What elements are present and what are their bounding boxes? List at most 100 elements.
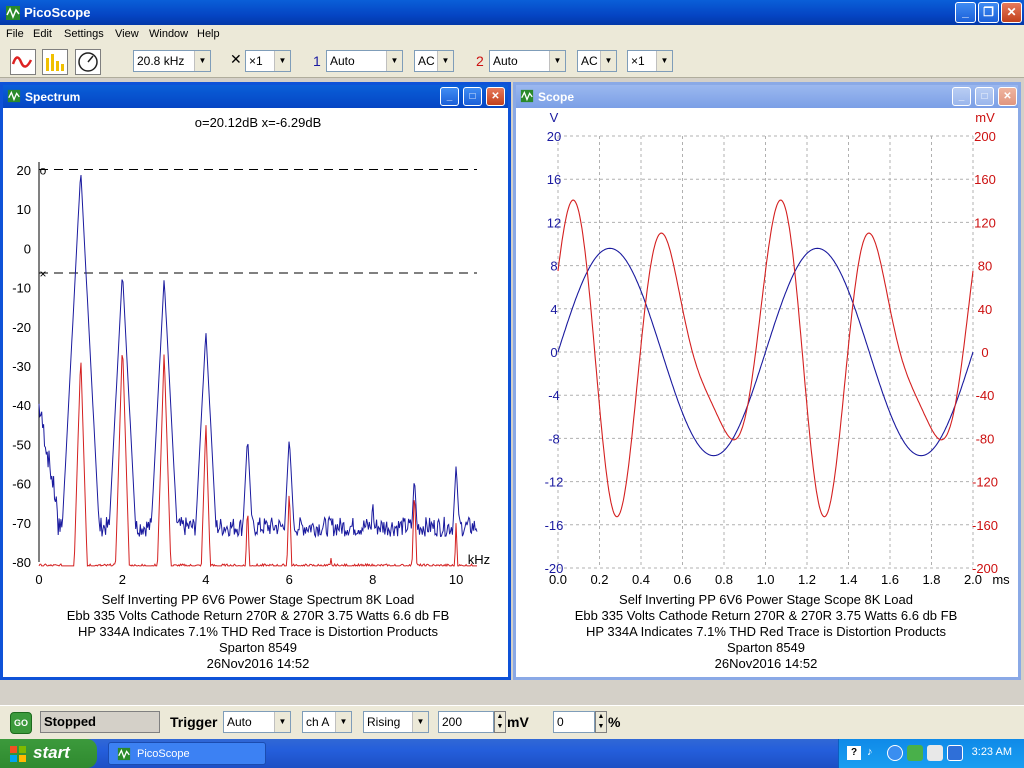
- spectrum-caption-line-2: Ebb 335 Volts Cathode Return 270R & 270R…: [67, 608, 450, 623]
- spectrum-close-button[interactable]: ✕: [486, 87, 505, 106]
- spectrum-y-tick-6: -40: [12, 398, 31, 413]
- shield-icon[interactable]: [947, 745, 963, 761]
- scope-y-right-tick-9: -160: [972, 518, 998, 533]
- trigger-mode-select[interactable]: Auto ▼: [223, 711, 291, 733]
- help-icon[interactable]: ?: [847, 746, 861, 760]
- pretrigger-spinner[interactable]: ▲ ▼: [595, 711, 607, 733]
- spectrum-y-tick-10: -80: [12, 555, 31, 570]
- run-status: Stopped: [40, 711, 160, 733]
- chevron-down-icon: ▼: [274, 51, 290, 71]
- trigger-level-input[interactable]: 200: [438, 711, 494, 733]
- scope-caption-line-3: HP 334A Indicates 7.1% THD Red Trace is …: [586, 624, 947, 639]
- scope-view-button[interactable]: [10, 49, 36, 75]
- network-icon[interactable]: [907, 745, 923, 761]
- chevron-down-icon: ▼: [274, 712, 290, 732]
- taskbar-item-picoscope[interactable]: PicoScope: [108, 742, 266, 765]
- timebase-select[interactable]: 20.8 kHz ▼: [133, 50, 211, 72]
- x-mult-select[interactable]: ×1 ▼: [245, 50, 291, 72]
- scope-x-tick-8: 1.6: [881, 572, 899, 587]
- picoscope-logo-icon: [7, 89, 21, 103]
- system-tray: ? ♪ 3:23 AM: [838, 739, 1024, 768]
- scope-x-tick-9: 1.8: [922, 572, 940, 587]
- scope-y-left-tick-6: -4: [548, 388, 560, 403]
- scope-chart[interactable]: V mV 201612840-4-8-12-16-20 200160120804…: [516, 108, 1018, 677]
- menu-edit[interactable]: Edit: [33, 28, 52, 40]
- spectrum-y-tick-0: 20: [17, 163, 31, 178]
- spectrum-caption-line-1: Self Inverting PP 6V6 Power Stage Spectr…: [102, 592, 415, 607]
- scope-x-tick-3: 0.6: [673, 572, 691, 587]
- spectrum-y-tick-7: -50: [12, 437, 31, 452]
- back-icon[interactable]: [887, 745, 903, 761]
- close-button[interactable]: ✕: [1001, 2, 1022, 23]
- scope-y-left-tick-0: 20: [547, 129, 561, 144]
- menu-settings[interactable]: Settings: [64, 28, 104, 40]
- app-title: PicoScope: [24, 5, 91, 20]
- ch1-range-select[interactable]: Auto ▼: [326, 50, 403, 72]
- spectrum-y-tick-2: 0: [24, 241, 31, 256]
- spectrum-y-tick-9: -70: [12, 516, 31, 531]
- x-mult-icon: ✕: [230, 51, 242, 67]
- toolbar: 20.8 kHz ▼ ✕ ×1 ▼ 1 Auto ▼ AC ▼ 2 Auto ▼ AC ▼ …: [0, 45, 1024, 78]
- spectrum-view-button[interactable]: [42, 49, 68, 75]
- scope-x-tick-1: 0.2: [590, 572, 608, 587]
- meter-icon: [78, 52, 98, 72]
- spectrum-x-tick-4: 8: [369, 572, 376, 587]
- spectrum-cursor-marker-1[interactable]: ×: [39, 267, 46, 281]
- go-button[interactable]: GO: [10, 712, 32, 734]
- spectrum-series-1: [38, 354, 477, 568]
- spectrum-x-tick-1: 2: [119, 572, 126, 587]
- level-unit: mV: [507, 714, 529, 730]
- trigger-level-spinner[interactable]: ▲ ▼: [494, 711, 506, 733]
- scope-y-right-tick-0: 200: [974, 129, 996, 144]
- scope-maximize-button[interactable]: □: [975, 87, 994, 106]
- scope-x-tick-7: 1.4: [839, 572, 857, 587]
- restore-button[interactable]: ❐: [978, 2, 999, 23]
- clock: 3:23 AM: [971, 746, 1012, 758]
- minimize-button[interactable]: _: [955, 2, 976, 23]
- spectrum-window-title: Spectrum: [25, 90, 81, 104]
- ch2-range-select[interactable]: Auto ▼: [489, 50, 566, 72]
- ch2-mult-select[interactable]: ×1 ▼: [627, 50, 673, 72]
- scope-window-titlebar[interactable]: Scope _ □ ✕: [516, 85, 1018, 108]
- settings-tray-icon[interactable]: [927, 745, 943, 761]
- ch1-coupling-select[interactable]: AC ▼: [414, 50, 454, 72]
- scope-y-right-tick-4: 40: [978, 302, 992, 317]
- spectrum-cursor-marker-0[interactable]: o: [40, 164, 47, 178]
- scope-y-left-tick-7: -8: [548, 431, 560, 446]
- spectrum-y-tick-1: 10: [17, 202, 31, 217]
- meter-view-button[interactable]: [75, 49, 101, 75]
- menu-view[interactable]: View: [115, 28, 139, 40]
- scope-caption-line-4: Sparton 8549: [727, 640, 805, 655]
- scope-x-tick-6: 1.2: [798, 572, 816, 587]
- start-button[interactable]: start: [0, 739, 97, 768]
- trigger-label: Trigger: [170, 714, 218, 730]
- pretrigger-input[interactable]: 0: [553, 711, 595, 733]
- spectrum-series-0: [38, 174, 478, 539]
- spectrum-maximize-button[interactable]: □: [463, 87, 482, 106]
- scope-y-right-tick-2: 120: [974, 215, 996, 230]
- spectrum-chart[interactable]: o=20.12dB x=-6.29dB 20100-10-20-30-40-50…: [3, 108, 508, 677]
- scope-minimize-button[interactable]: _: [952, 87, 971, 106]
- ch2-coupling-select[interactable]: AC ▼: [577, 50, 617, 72]
- scope-close-button[interactable]: ✕: [998, 87, 1017, 106]
- scope-x-tick-0: 0.0: [549, 572, 567, 587]
- chevron-down-icon: ▼: [412, 712, 428, 732]
- scope-caption-line-5: 26Nov2016 14:52: [715, 656, 818, 671]
- spectrum-caption-line-4: Sparton 8549: [219, 640, 297, 655]
- menu-help[interactable]: Help: [197, 28, 220, 40]
- menu-window[interactable]: Window: [149, 28, 188, 40]
- spectrum-x-tick-3: 6: [286, 572, 293, 587]
- trigger-edge-select[interactable]: Rising ▼: [363, 711, 429, 733]
- spectrum-x-tick-2: 4: [202, 572, 209, 587]
- trigger-channel-select[interactable]: ch A ▼: [302, 711, 352, 733]
- waveform-icon: [11, 56, 33, 68]
- spectrum-minimize-button[interactable]: _: [440, 87, 459, 106]
- spectrum-y-tick-8: -60: [12, 477, 31, 492]
- spectrum-cursor-readout: o=20.12dB x=-6.29dB: [195, 115, 322, 130]
- chevron-down-icon: ▼: [656, 51, 672, 71]
- spectrum-window-titlebar[interactable]: Spectrum _ □ ✕: [3, 85, 508, 108]
- scope-y-left-tick-4: 4: [550, 302, 557, 317]
- menu-file[interactable]: File: [6, 28, 24, 40]
- scope-y-left-tick-3: 8: [550, 259, 557, 274]
- volume-icon[interactable]: ♪: [867, 746, 881, 760]
